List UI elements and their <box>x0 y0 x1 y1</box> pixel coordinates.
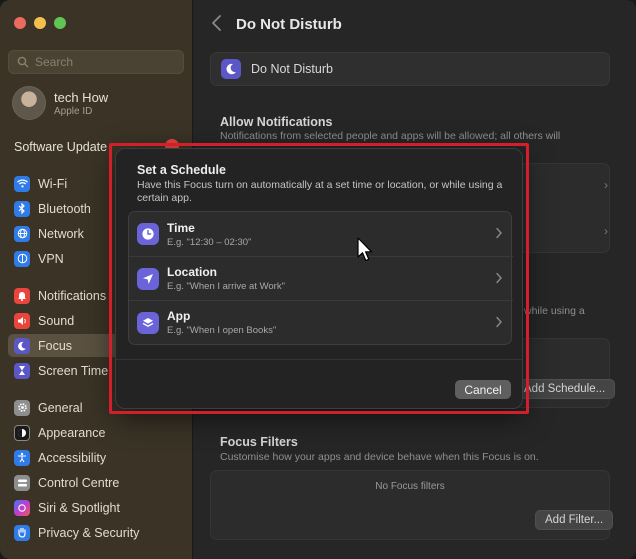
bluetooth-icon <box>14 200 30 217</box>
sidebar-item-label: Focus <box>38 338 73 353</box>
sidebar-item-label: Appearance <box>38 425 106 440</box>
speaker-icon <box>14 312 30 329</box>
wifi-icon <box>14 175 30 192</box>
highlight-box <box>109 143 529 414</box>
window-controls <box>14 17 66 29</box>
profile-name: tech How <box>54 89 109 105</box>
sidebar-item-label: Privacy & Security <box>38 525 140 540</box>
sidebar-item-control-centre[interactable]: Control Centre <box>8 471 184 494</box>
hourglass-icon <box>14 362 30 379</box>
sidebar-item-label: Sound <box>38 313 75 328</box>
software-update-item[interactable]: Software Update <box>14 140 107 154</box>
sidebar-item-label: Bluetooth <box>38 201 91 216</box>
zoom-window-button[interactable] <box>54 17 66 29</box>
chevron-right-icon[interactable]: › <box>604 224 608 238</box>
sidebar-item-label: Screen Time <box>38 363 109 378</box>
sidebar-item-label: Wi-Fi <box>38 176 68 191</box>
apple-id-profile[interactable]: tech How Apple ID <box>12 86 108 120</box>
chevron-right-icon[interactable]: › <box>604 178 608 192</box>
add-schedule-button[interactable]: Add Schedule... <box>514 379 616 399</box>
search-icon <box>17 56 29 68</box>
schedule-description-fragment: while using a <box>524 305 585 317</box>
sidebar-item-label: General <box>38 400 83 415</box>
moon-icon <box>14 337 30 354</box>
avatar <box>12 86 46 120</box>
hand-icon <box>14 524 30 541</box>
close-window-button[interactable] <box>14 17 26 29</box>
sidebar-item-label: Control Centre <box>38 475 120 490</box>
sidebar-item-privacy-security[interactable]: Privacy & Security <box>8 521 184 544</box>
siri-icon <box>14 499 30 516</box>
focus-name-label: Do Not Disturb <box>251 62 333 76</box>
system-settings-window: tech How Apple ID Software Update Wi-Fi … <box>0 0 636 559</box>
allow-notifications-description: Notifications from selected people and a… <box>220 130 561 142</box>
control-centre-icon <box>14 474 30 491</box>
page-title: Do Not Disturb <box>236 16 342 33</box>
sidebar-item-label: Notifications <box>38 288 107 303</box>
globe-icon <box>14 225 30 242</box>
sidebar-item-label: Accessibility <box>38 450 107 465</box>
bell-icon <box>14 287 30 304</box>
accessibility-icon <box>14 449 30 466</box>
focus-filters-heading: Focus Filters <box>220 435 298 449</box>
sidebar-item-label: Siri & Spotlight <box>38 500 120 515</box>
search-field[interactable] <box>8 50 184 74</box>
sidebar-item-siri-spotlight[interactable]: Siri & Spotlight <box>8 496 184 519</box>
back-chevron-icon[interactable] <box>210 14 224 32</box>
search-input[interactable] <box>35 55 175 69</box>
gear-icon <box>14 399 30 416</box>
sidebar-item-label: VPN <box>38 251 64 266</box>
allow-notifications-heading: Allow Notifications <box>220 115 333 129</box>
appearance-icon <box>14 424 30 441</box>
sidebar-item-accessibility[interactable]: Accessibility <box>8 446 184 469</box>
moon-icon <box>221 59 241 79</box>
focus-name-row[interactable]: Do Not Disturb <box>210 52 610 86</box>
focus-filters-description: Customise how your apps and device behav… <box>220 451 539 463</box>
profile-subtitle: Apple ID <box>54 105 93 117</box>
add-filter-button[interactable]: Add Filter... <box>535 510 614 530</box>
mouse-cursor-icon <box>357 237 373 262</box>
minimize-window-button[interactable] <box>34 17 46 29</box>
no-focus-filters-text: No Focus filters <box>375 481 445 492</box>
sidebar-item-appearance[interactable]: Appearance <box>8 421 184 444</box>
vpn-icon <box>14 250 30 267</box>
sidebar-item-label: Network <box>38 226 84 241</box>
